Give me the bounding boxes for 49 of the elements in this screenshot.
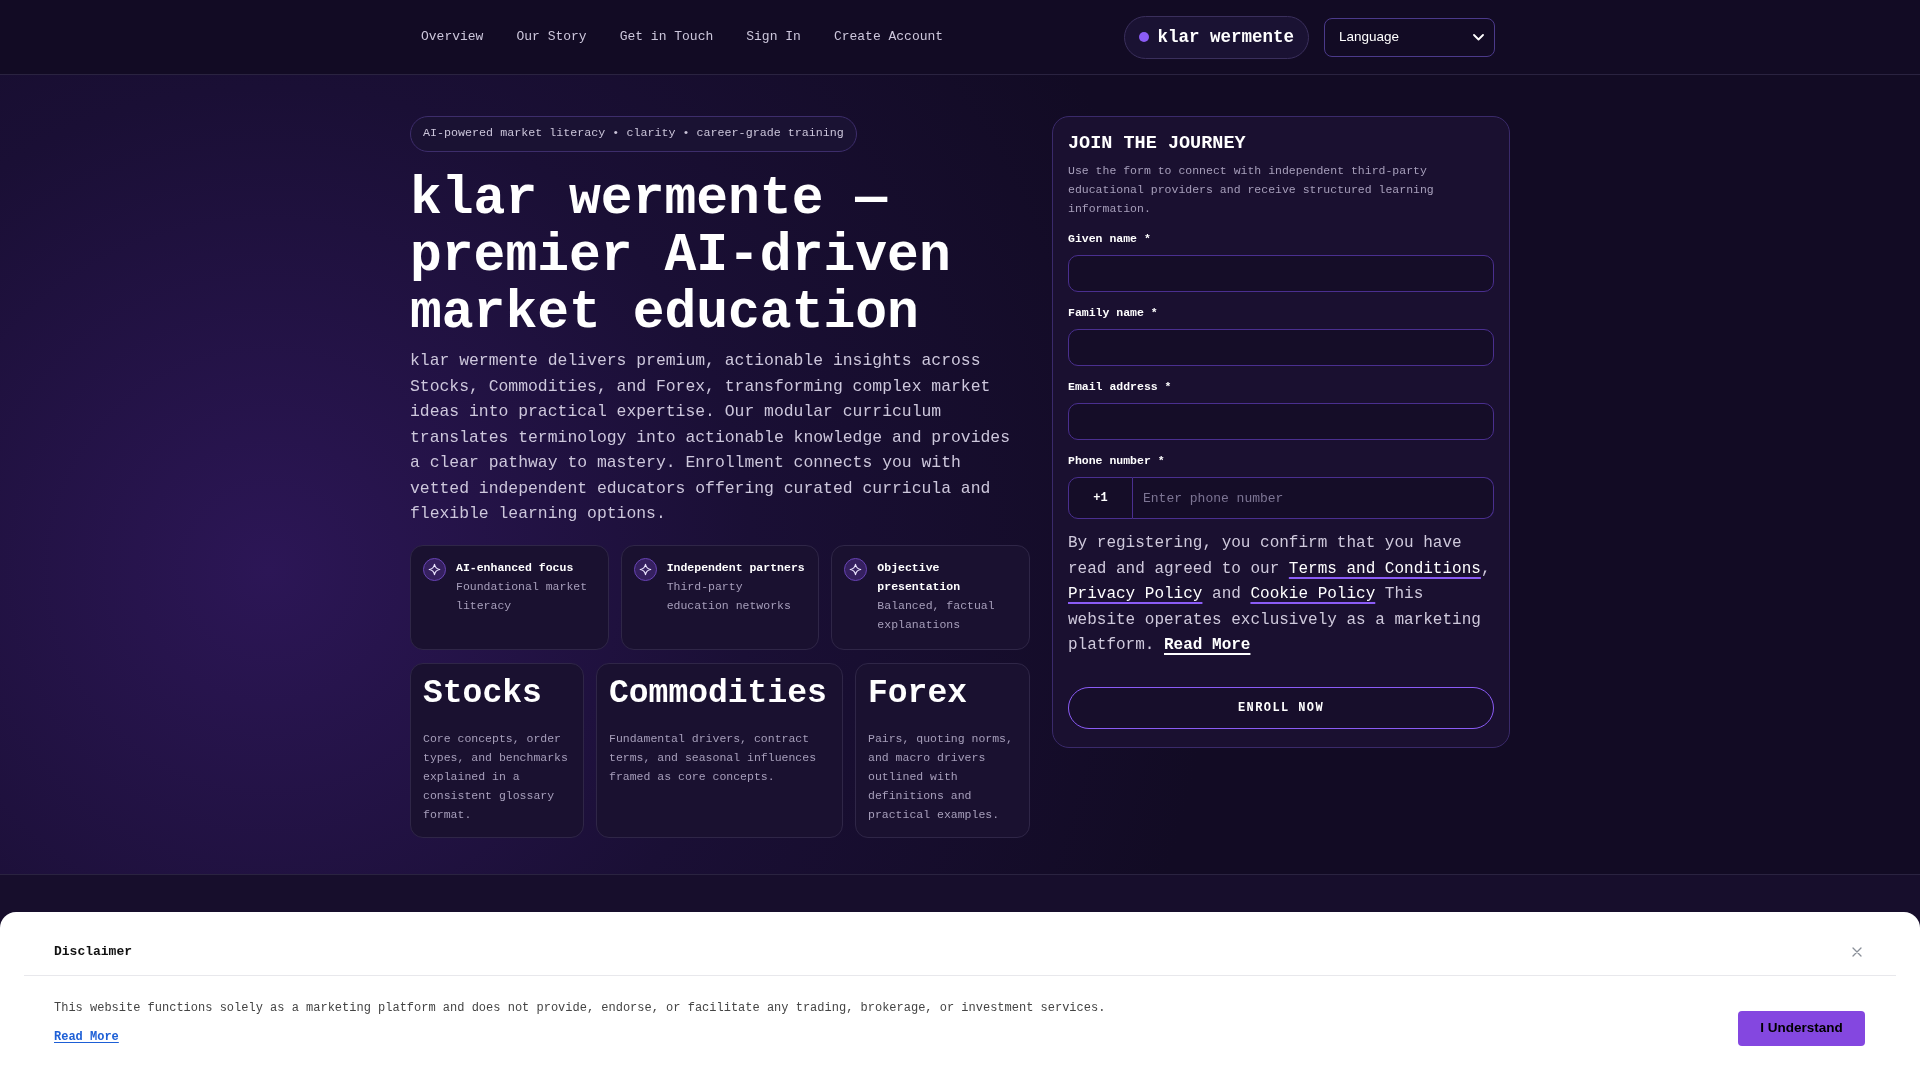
country-code-select[interactable]: +1 xyxy=(1068,477,1133,519)
understand-button[interactable]: I Understand xyxy=(1738,1011,1865,1046)
language-select[interactable]: Language xyxy=(1324,17,1495,57)
topic-description: Fundamental drivers, contract terms, and seasonal influences framed as core concepts. xyxy=(609,730,818,785)
nav-link[interactable]: Create Account xyxy=(822,23,955,51)
chevron-down-icon xyxy=(1473,33,1484,41)
text-input[interactable] xyxy=(1068,329,1494,366)
enroll-button[interactable]: ENROLL NOW xyxy=(1068,686,1494,729)
field-label: Given name * xyxy=(1068,231,1152,247)
policy-link[interactable]: Cookie Policy xyxy=(1250,585,1376,603)
topic-title: Commodities xyxy=(609,673,828,714)
feature-description: Balanced, factual explanations xyxy=(877,597,996,633)
sparkle-icon xyxy=(844,557,868,581)
disclaimer-title: Disclaimer xyxy=(54,943,132,961)
sparkle-icon xyxy=(633,557,657,581)
nav-link[interactable]: Our Story xyxy=(505,23,598,51)
read-more-link[interactable]: Read More xyxy=(1164,636,1251,654)
form-title: JOIN THE JOURNEY xyxy=(1068,133,1247,155)
feature-description: Third-party education networks xyxy=(666,578,792,614)
policy-link[interactable]: Privacy Policy xyxy=(1068,585,1203,603)
text-input[interactable] xyxy=(1068,403,1494,440)
phone-input[interactable]: Enter phone number xyxy=(1133,477,1494,519)
consent-text: By registering, you confirm that you have read and agreed to our Terms and Conditions, Privacy Policy and Cookie Policy This website operates exclusively as a marketing platform. Read More xyxy=(1068,533,1492,656)
hero-description: klar wermente delivers premium, actionable insights across Stocks, Commodities, and Forex, transforming complex market ideas into practical expertise. Our modular curriculum translates terminology into actionable knowledge and provides a clear pathway to mastery. Enrollment connects you with vetted independent educators offering curated curricula and flexible learning options. xyxy=(410,350,1011,525)
nav-link[interactable]: Overview xyxy=(410,23,495,51)
sparkle-icon xyxy=(423,557,446,581)
read-more-link[interactable]: Read More xyxy=(54,1028,119,1046)
topic-description: Pairs, quoting norms, and macro drivers outlined with definitions and practical examples. xyxy=(868,730,1014,823)
topic-title: Stocks xyxy=(423,673,543,714)
topic-description: Core concepts, order types, and benchmarks explained in a consistent glossary format. xyxy=(423,730,569,823)
field-label: Family name * xyxy=(1068,305,1159,321)
nav-link[interactable]: Sign In xyxy=(735,23,812,51)
field-label: Email address * xyxy=(1068,379,1173,395)
form-description: Use the form to connect with independent third-party educational providers and receive structured learning information. xyxy=(1068,163,1435,217)
text-input[interactable] xyxy=(1068,255,1494,292)
nav-link[interactable]: Get in Touch xyxy=(608,23,725,51)
feature-title: Objective presentation xyxy=(877,559,962,595)
close-icon xyxy=(1852,947,1862,957)
topic-title: Forex xyxy=(868,673,969,714)
policy-link[interactable]: Terms and Conditions xyxy=(1288,559,1481,578)
feature-title: Independent partners xyxy=(666,559,806,576)
field-label: Phone number * xyxy=(1068,453,1166,469)
close-button[interactable] xyxy=(1850,945,1864,959)
tagline-badge: AI-powered market literacy • clarity • career-grade training xyxy=(410,116,857,152)
hero-title: klar wermente — premier AI-driven market education xyxy=(410,171,952,342)
disclaimer-text: This website functions solely as a marketing platform and does not provide, endorse, or facilitate any trading, brokerage, or investment services. xyxy=(54,1000,1106,1017)
feature-title: AI-enhanced focus xyxy=(456,559,575,576)
feature-description: Foundational market literacy xyxy=(456,578,589,614)
brand-link[interactable]: klar wermente xyxy=(1124,15,1309,59)
